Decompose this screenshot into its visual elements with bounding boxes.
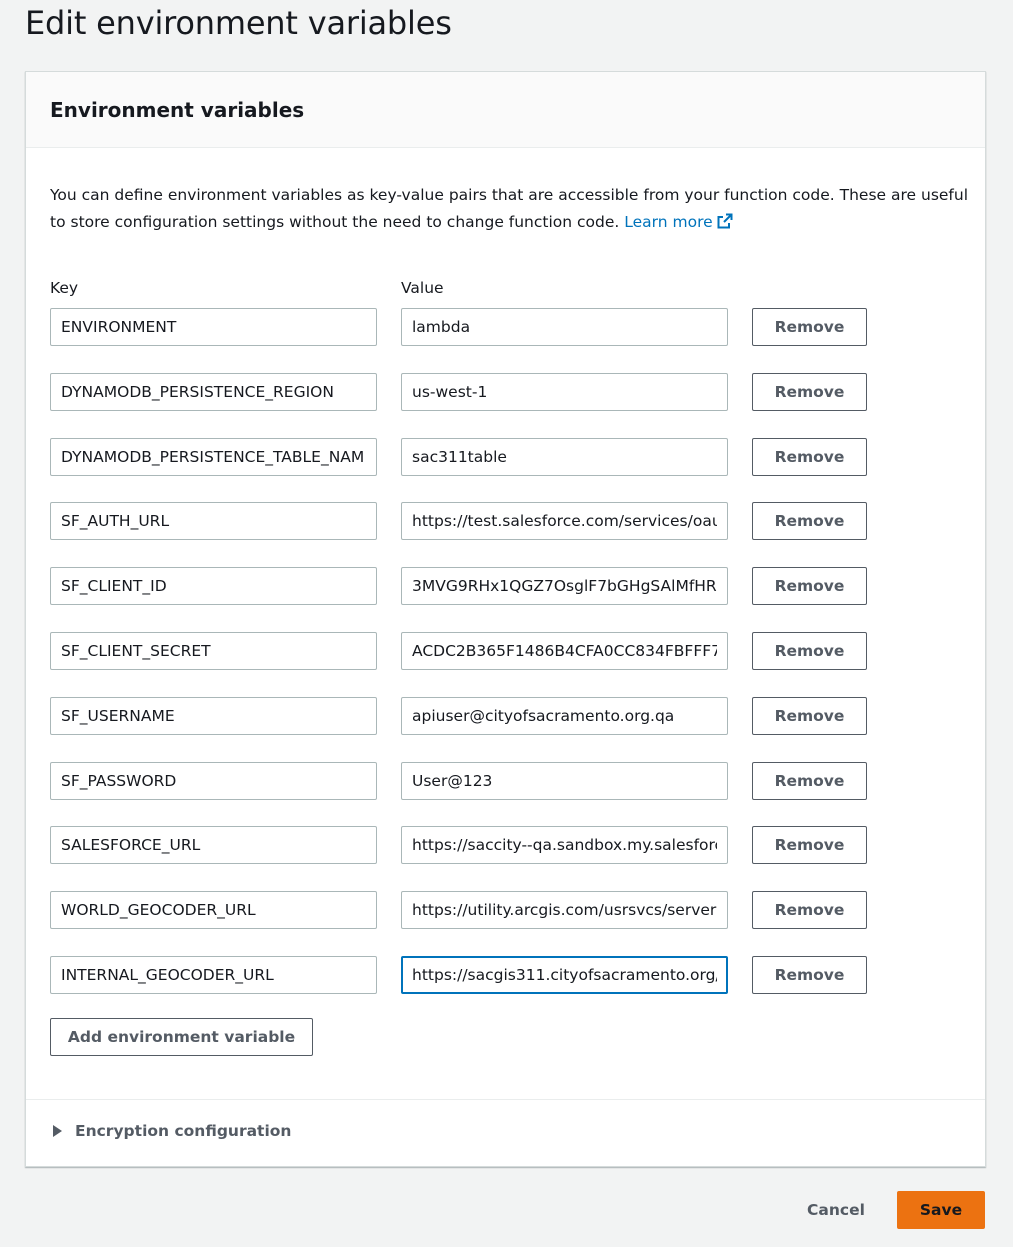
remove-variable-button[interactable]: Remove: [752, 891, 867, 929]
divider: [26, 1099, 985, 1100]
variable-value-input[interactable]: [401, 308, 728, 346]
save-button[interactable]: Save: [897, 1191, 985, 1229]
remove-variable-button[interactable]: Remove: [752, 762, 867, 800]
variable-key-input[interactable]: [50, 762, 377, 800]
remove-variable-button[interactable]: Remove: [752, 956, 867, 994]
learn-more-link[interactable]: Learn more: [624, 213, 733, 231]
variable-row: Remove: [26, 567, 985, 605]
variable-value-input[interactable]: [401, 502, 728, 540]
variable-value-input[interactable]: [401, 762, 728, 800]
page-title: Edit environment variables: [25, 4, 452, 42]
remove-variable-button[interactable]: Remove: [752, 502, 867, 540]
variable-value-input[interactable]: [401, 632, 728, 670]
remove-variable-button[interactable]: Remove: [752, 632, 867, 670]
value-column-label: Value: [401, 279, 444, 297]
add-environment-variable-button[interactable]: Add environment variable: [50, 1018, 313, 1056]
variable-key-input[interactable]: [50, 373, 377, 411]
panel-title: Environment variables: [50, 97, 305, 122]
remove-variable-button[interactable]: Remove: [752, 826, 867, 864]
panel-description: You can define environment variables as …: [50, 182, 970, 238]
variable-value-input[interactable]: [401, 438, 728, 476]
variable-row: Remove: [26, 373, 985, 411]
key-column-label: Key: [50, 279, 79, 297]
variable-key-input[interactable]: [50, 891, 377, 929]
variable-row: Remove: [26, 308, 985, 346]
variable-key-input[interactable]: [50, 956, 377, 994]
variable-row: Remove: [26, 697, 985, 735]
learn-more-label: Learn more: [624, 213, 713, 231]
external-link-icon: [717, 211, 733, 238]
variable-row: Remove: [26, 632, 985, 670]
variable-value-input[interactable]: [401, 373, 728, 411]
cancel-button[interactable]: Cancel: [795, 1191, 877, 1229]
variable-row: Remove: [26, 891, 985, 929]
variable-value-input[interactable]: [401, 891, 728, 929]
remove-variable-button[interactable]: Remove: [752, 567, 867, 605]
encryption-configuration-label: Encryption configuration: [75, 1122, 292, 1140]
remove-variable-button[interactable]: Remove: [752, 373, 867, 411]
variable-key-input[interactable]: [50, 697, 377, 735]
variable-key-input[interactable]: [50, 567, 377, 605]
remove-variable-button[interactable]: Remove: [752, 697, 867, 735]
variable-row: Remove: [26, 956, 985, 994]
variable-key-input[interactable]: [50, 308, 377, 346]
variable-value-input[interactable]: [401, 567, 728, 605]
remove-variable-button[interactable]: Remove: [752, 438, 867, 476]
caret-right-icon: [53, 1125, 62, 1137]
variable-row: Remove: [26, 438, 985, 476]
variable-key-input[interactable]: [50, 438, 377, 476]
description-text: You can define environment variables as …: [50, 186, 969, 231]
variable-key-input[interactable]: [50, 502, 377, 540]
variable-value-input[interactable]: [401, 956, 728, 994]
variable-value-input[interactable]: [401, 697, 728, 735]
remove-variable-button[interactable]: Remove: [752, 308, 867, 346]
environment-variables-panel: Environment variables You can define env…: [25, 71, 986, 1167]
variable-value-input[interactable]: [401, 826, 728, 864]
variable-key-input[interactable]: [50, 632, 377, 670]
variable-row: Remove: [26, 762, 985, 800]
encryption-configuration-toggle[interactable]: Encryption configuration: [50, 1122, 291, 1140]
variable-key-input[interactable]: [50, 826, 377, 864]
variable-row: Remove: [26, 826, 985, 864]
variable-row: Remove: [26, 502, 985, 540]
panel-header: Environment variables: [26, 72, 985, 148]
